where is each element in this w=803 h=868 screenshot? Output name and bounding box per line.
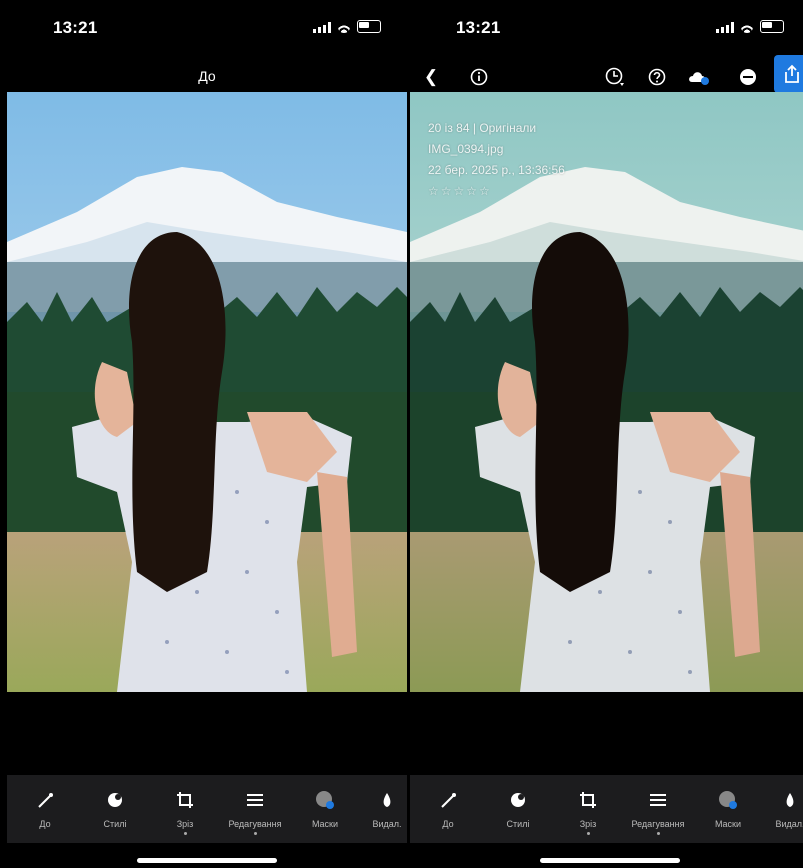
photo-date: 22 бер. 2025 р., 13:36:56 — [428, 163, 565, 177]
tool-auto[interactable]: До — [418, 789, 478, 829]
eraser-icon — [760, 789, 803, 811]
status-bar: 13:21 — [7, 0, 407, 60]
cloud-sync-icon — [689, 72, 709, 85]
photo-counter: 20 із 84 | Оригінали — [428, 121, 537, 135]
tool-auto[interactable]: До — [15, 789, 75, 829]
magic-wand-icon — [418, 789, 478, 811]
tool-styles[interactable]: Стилі — [488, 789, 548, 829]
photo-before[interactable] — [7, 92, 407, 692]
photo-before-image — [7, 92, 407, 692]
masks-icon — [698, 789, 758, 811]
nav-bar: ❮ — [410, 55, 803, 93]
history-button[interactable] — [602, 64, 628, 90]
eraser-icon — [357, 789, 407, 811]
edit-toolbar: До Стилі Зріз Редагування Маски Видал. — [7, 775, 407, 843]
tool-remove[interactable]: Видал. — [760, 789, 803, 829]
share-button[interactable] — [774, 55, 803, 93]
photo-filename: IMG_0394.jpg — [428, 142, 504, 156]
wifi-icon — [337, 20, 351, 33]
wifi-icon — [740, 20, 754, 33]
help-button[interactable] — [644, 64, 670, 90]
nav-bar: До — [7, 62, 407, 92]
battery-icon — [357, 20, 381, 33]
chevron-left-icon: ❮ — [423, 67, 439, 86]
status-bar: 13:21 — [410, 0, 803, 60]
cloud-button[interactable] — [686, 64, 712, 90]
crop-icon — [558, 789, 618, 811]
tool-edit[interactable]: Редагування — [628, 789, 688, 835]
signal-icon — [313, 21, 331, 33]
tool-remove[interactable]: Видал. — [357, 789, 407, 829]
crop-icon — [155, 789, 215, 811]
tool-crop[interactable]: Зріз — [155, 789, 215, 835]
sliders-icon — [225, 789, 285, 811]
info-button[interactable] — [466, 64, 492, 90]
tool-crop[interactable]: Зріз — [558, 789, 618, 835]
tool-masks[interactable]: Маски — [295, 789, 355, 829]
battery-icon — [760, 20, 784, 33]
home-indicator — [410, 843, 803, 868]
home-indicator — [7, 843, 407, 868]
status-time: 13:21 — [456, 18, 501, 37]
share-icon — [785, 64, 799, 83]
more-icon — [740, 69, 756, 85]
before-title: До — [198, 68, 216, 84]
photo-info-overlay: 20 із 84 | Оригінали IMG_0394.jpg 22 бер… — [428, 118, 565, 202]
back-button[interactable]: ❮ — [418, 64, 444, 90]
after-panel: 13:21 ❮ 20 із 84 | Оригінали IMG_0394.jp… — [410, 0, 803, 868]
status-time: 13:21 — [53, 18, 98, 37]
tool-edit[interactable]: Редагування — [225, 789, 285, 835]
tool-styles[interactable]: Стилі — [85, 789, 145, 829]
rating-stars[interactable]: ☆☆☆☆☆ — [428, 181, 565, 202]
signal-icon — [716, 21, 734, 33]
masks-icon — [295, 789, 355, 811]
history-icon — [605, 67, 624, 86]
sliders-icon — [628, 789, 688, 811]
magic-wand-icon — [15, 789, 75, 811]
more-button[interactable] — [735, 64, 761, 90]
edit-toolbar: До Стилі Зріз Редагування Маски Видал. — [410, 775, 803, 843]
tool-masks[interactable]: Маски — [698, 789, 758, 829]
styles-icon — [488, 789, 548, 811]
info-icon — [470, 68, 488, 86]
help-icon — [648, 68, 666, 86]
styles-icon — [85, 789, 145, 811]
before-panel: 13:21 До До Стилі Зріз Редагування Маски… — [7, 0, 407, 868]
